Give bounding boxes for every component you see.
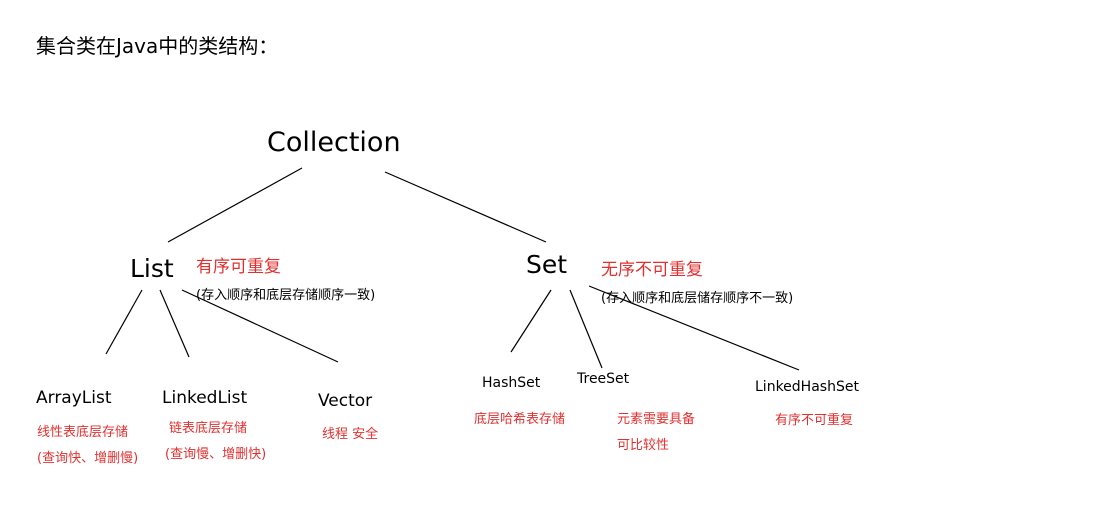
set-order-note: (存入顺序和底层储存顺序不一致) [601,291,794,306]
edge-list-linkedlist [159,289,190,358]
linkedlist-node: LinkedList [162,388,248,408]
list-trait: 有序可重复 [196,257,281,277]
linkedlist-desc-performance: (查询慢、增删快) [165,447,267,462]
set-node: Set [526,250,568,279]
edge-collection-list [167,167,303,243]
linkedhashset-desc: 有序不可重复 [775,413,854,428]
vector-desc: 线程 安全 [322,427,379,442]
edge-set-treeset [569,289,603,369]
treeset-desc-comparable: 可比较性 [617,438,670,453]
arraylist-desc-performance: (查询快、增删慢) [37,451,139,466]
collection-node: Collection [267,127,401,158]
linkedhashset-node: LinkedHashSet [755,379,859,395]
hashset-node: HashSet [482,375,541,391]
edge-collection-set [384,171,547,243]
treeset-desc-requirement: 元素需要具备 [617,412,696,427]
list-node: List [130,254,174,283]
vector-node: Vector [318,391,373,411]
arraylist-node: ArrayList [36,388,112,408]
edge-list-arraylist [105,289,143,355]
hashset-desc: 底层哈希表存储 [474,412,566,427]
arraylist-desc-storage: 线性表底层存储 [37,425,129,440]
treeset-node: TreeSet [577,371,630,387]
linkedlist-desc-storage: 链表底层存储 [169,421,248,436]
set-trait: 无序不可重复 [601,260,703,280]
list-order-note: (存入顺序和底层存储顺序一致) [196,288,376,303]
edge-set-hashset [510,289,552,353]
